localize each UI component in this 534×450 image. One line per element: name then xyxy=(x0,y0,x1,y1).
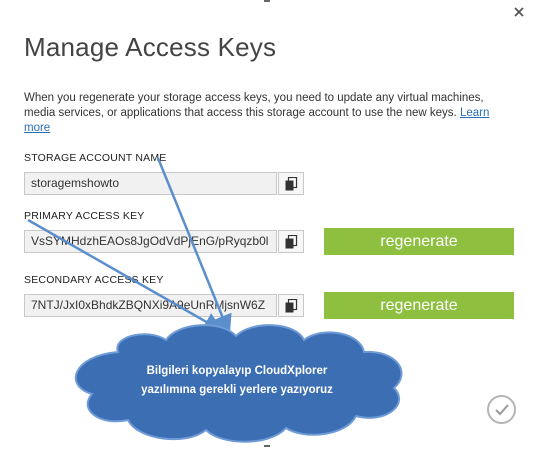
regenerate-primary-button[interactable]: regenerate xyxy=(324,228,514,255)
close-button[interactable] xyxy=(512,6,526,20)
copy-storage-account-button[interactable] xyxy=(278,172,304,195)
primary-key-label: PRIMARY ACCESS KEY xyxy=(24,210,145,222)
copy-icon xyxy=(285,235,298,249)
dialog-title: Manage Access Keys xyxy=(24,32,277,62)
close-icon xyxy=(514,7,524,17)
regenerate-secondary-button[interactable]: regenerate xyxy=(324,292,514,319)
storage-account-label: STORAGE ACCOUNT NAME xyxy=(24,152,167,164)
dialog-description: When you regenerate your storage access … xyxy=(24,91,514,136)
copy-icon xyxy=(285,177,298,191)
secondary-key-label: SECONDARY ACCESS KEY xyxy=(24,274,164,286)
annotation-line-2: yazılımına gerekli yerlere yazıyoruz xyxy=(141,384,333,396)
secondary-key-field[interactable]: 7NTJ/JxI0xBhdkZBQNXi9A9eUnRMjsnW6Z xyxy=(24,294,277,317)
checkmark-icon xyxy=(495,404,509,416)
annotation-line-1: Bilgileri kopyalayıp CloudXplorer xyxy=(146,365,328,377)
copy-icon xyxy=(285,299,298,313)
dialog-bottom-handle xyxy=(264,445,270,450)
dialog-top-handle xyxy=(264,0,270,6)
copy-primary-key-button[interactable] xyxy=(278,230,304,253)
storage-account-field[interactable]: storagemshowto xyxy=(24,172,277,195)
primary-key-field[interactable]: VsSYMHdzhEAOs8JgOdVdPjEnG/pRyqzb0l xyxy=(24,230,277,253)
copy-secondary-key-button[interactable] xyxy=(278,294,304,317)
description-text: When you regenerate your storage access … xyxy=(24,92,484,119)
annotation-cloud-text: Bilgileri kopyalayıp CloudXplorer yazılı… xyxy=(96,362,378,400)
confirm-button[interactable] xyxy=(487,395,516,424)
